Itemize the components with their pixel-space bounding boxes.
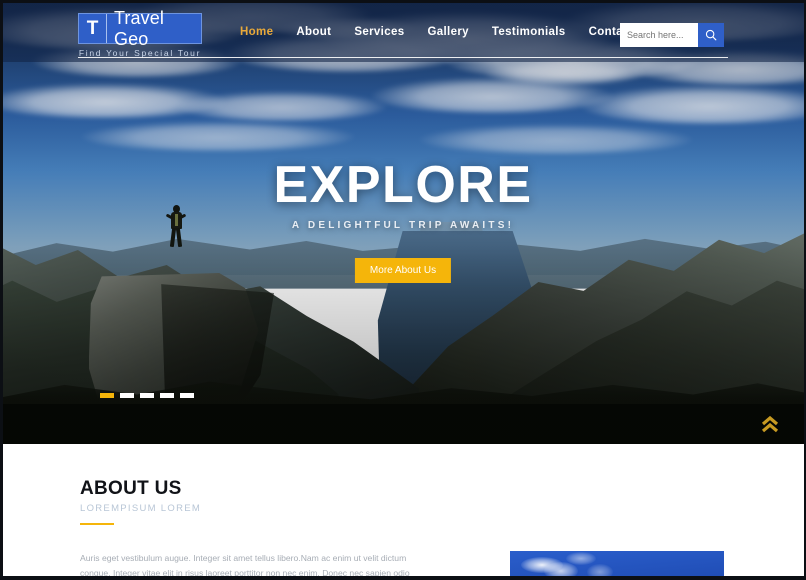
nav-item-testimonials[interactable]: Testimonials [492, 26, 566, 38]
double-chevron-up-icon [761, 415, 779, 433]
main-navigation: Home About Services Gallery Testimonials… [240, 26, 634, 38]
about-subtitle: LOREMPISUM LOREM [80, 503, 202, 514]
slider-indicators [100, 393, 194, 398]
about-divider [80, 523, 114, 525]
scroll-to-top-button[interactable] [759, 414, 781, 436]
page-bottom-border [0, 576, 806, 580]
hero-title: EXPLORE [273, 156, 533, 214]
search-input[interactable] [620, 23, 698, 47]
search-icon [705, 29, 717, 41]
slider-dot-5[interactable] [180, 393, 194, 398]
page-root: T Travel Geo Find Your Special Tour Home… [0, 0, 806, 580]
site-header: T Travel Geo Find Your Special Tour Home… [0, 0, 806, 62]
hero-subtitle: A DELIGHTFUL TRIP AWAITS! [291, 220, 515, 231]
header-divider [78, 57, 728, 58]
nav-item-services[interactable]: Services [354, 26, 404, 38]
search-button[interactable] [698, 23, 724, 47]
page-left-border [0, 0, 3, 580]
logo-initial: T [79, 14, 107, 43]
slider-dot-3[interactable] [140, 393, 154, 398]
more-about-us-button[interactable]: More About Us [354, 258, 452, 283]
nav-item-about[interactable]: About [296, 26, 331, 38]
hero-content: EXPLORE A DELIGHTFUL TRIP AWAITS! More A… [0, 0, 806, 444]
slider-dot-1[interactable] [100, 393, 114, 398]
nav-item-home[interactable]: Home [240, 26, 273, 38]
slider-dot-2[interactable] [120, 393, 134, 398]
page-top-border [0, 0, 806, 3]
slider-dot-4[interactable] [160, 393, 174, 398]
logo-box: T Travel Geo [78, 8, 202, 49]
search-form [620, 23, 724, 47]
logo[interactable]: T Travel Geo Find Your Special Tour [78, 8, 202, 58]
about-title: ABOUT US [80, 478, 182, 499]
nav-item-gallery[interactable]: Gallery [427, 26, 468, 38]
logo-name: Travel Geo [114, 7, 164, 49]
